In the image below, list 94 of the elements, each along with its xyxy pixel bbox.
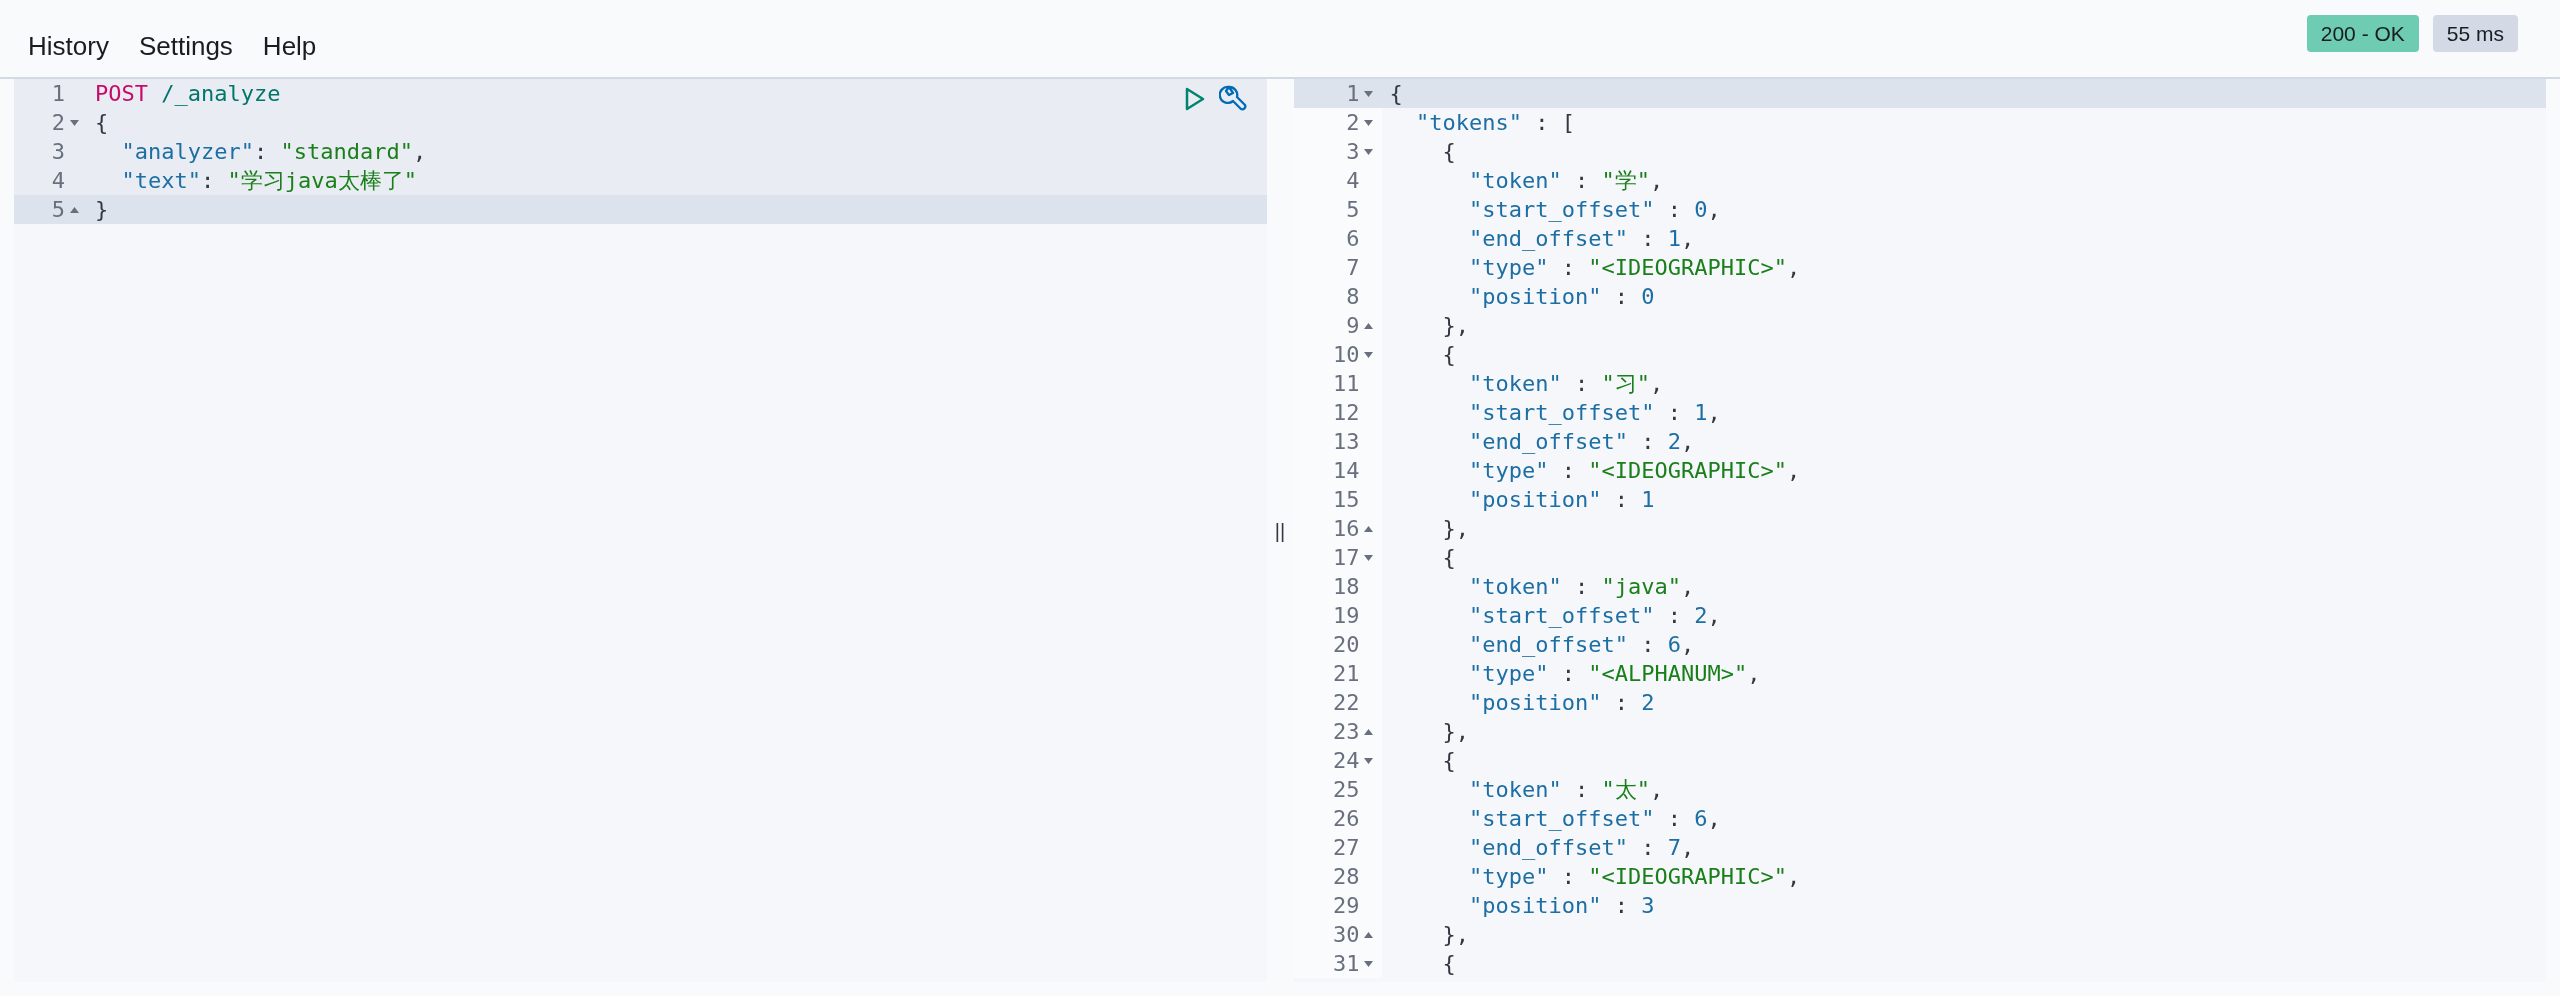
line-number: 4 — [51, 167, 65, 195]
code-line: }, — [1441, 718, 1469, 746]
menu-item[interactable]: Settings — [138, 27, 233, 66]
status-badge: 200 - OK — [2306, 14, 2419, 53]
code-line: { — [1441, 950, 1456, 978]
code-line: "token" : "java", — [1467, 573, 1695, 601]
code-line: "start_offset" : 2, — [1467, 602, 1721, 630]
status-badge: 55 ms — [2432, 14, 2518, 53]
fold-icon[interactable] — [69, 206, 79, 213]
fold-icon[interactable] — [1364, 525, 1373, 532]
line-number: 27 — [1333, 834, 1360, 862]
line-number: 5 — [1346, 196, 1360, 224]
code-line: "position" : 0 — [1467, 283, 1655, 311]
fold-icon[interactable] — [1364, 931, 1373, 938]
line-number: 17 — [1333, 544, 1360, 572]
code-line: { — [1441, 138, 1456, 166]
fold-icon[interactable] — [1364, 119, 1373, 126]
line-number: 10 — [1333, 341, 1360, 369]
code-line: { — [1441, 544, 1456, 572]
fold-icon[interactable] — [1364, 757, 1373, 764]
line-number: 23 — [1333, 718, 1360, 746]
line-number: 3 — [51, 138, 65, 166]
line-number: 5 — [51, 196, 65, 224]
fold-icon[interactable] — [1364, 90, 1373, 97]
line-number: 19 — [1333, 602, 1360, 630]
line-number: 29 — [1333, 892, 1360, 920]
code-line: "type" : "<IDEOGRAPHIC>", — [1467, 254, 1801, 282]
code-line: "start_offset" : 6, — [1467, 805, 1721, 833]
code-line: }, — [1441, 515, 1469, 543]
line-number: 16 — [1333, 515, 1360, 543]
code-line: "text": "学习java太棒了" — [120, 167, 417, 195]
fold-icon[interactable] — [1364, 322, 1373, 329]
code-line: "end_offset" : 6, — [1467, 631, 1695, 659]
line-number: 28 — [1333, 863, 1360, 891]
line-number: 22 — [1333, 689, 1360, 717]
line-number: 7 — [1346, 254, 1360, 282]
menu-item[interactable]: Help — [262, 27, 317, 66]
line-number: 26 — [1333, 805, 1360, 833]
menu-item[interactable]: History — [28, 27, 109, 66]
code-line: "type" : "<IDEOGRAPHIC>", — [1467, 457, 1801, 485]
line-number: 25 — [1333, 776, 1360, 804]
line-number: 1 — [51, 80, 65, 108]
code-line: }, — [1441, 921, 1469, 949]
line-number: 11 — [1333, 370, 1360, 398]
line-number: 24 — [1333, 747, 1360, 775]
code-line: "token" : "学", — [1467, 167, 1664, 195]
line-number: 31 — [1333, 950, 1360, 978]
fold-icon[interactable] — [69, 119, 79, 126]
code-line: "type" : "<ALPHANUM>", — [1467, 660, 1761, 688]
wrench-icon[interactable] — [1218, 85, 1247, 113]
editor-pane[interactable]: 1 POST /_analyze 2 { 3 "analyzer": "standard", 4 "text": "学习java太棒了" 5 } — [14, 79, 1267, 982]
code-line: "position" : 3 — [1467, 892, 1655, 920]
line-number: 2 — [51, 109, 65, 137]
code-line: "analyzer": "standard", — [120, 138, 427, 166]
fold-icon[interactable] — [1364, 148, 1373, 155]
code-line: POST /_analyze — [94, 80, 281, 108]
code-line: { — [1388, 80, 1403, 108]
code-line: "type" : "<IDEOGRAPHIC>", — [1467, 863, 1801, 891]
code-line: "end_offset" : 1, — [1467, 225, 1695, 253]
line-number: 9 — [1346, 312, 1360, 340]
code-line: "tokens" : [ — [1415, 109, 1575, 137]
code-line: "token" : "习", — [1467, 370, 1664, 398]
code-line: "position" : 2 — [1467, 689, 1655, 717]
line-number: 3 — [1346, 138, 1360, 166]
line-number: 30 — [1333, 921, 1360, 949]
fold-icon[interactable] — [1364, 554, 1373, 561]
line-number: 6 — [1346, 225, 1360, 253]
line-number: 8 — [1346, 283, 1360, 311]
line-number: 2 — [1346, 109, 1360, 137]
line-number: 20 — [1333, 631, 1360, 659]
code-line: "start_offset" : 0, — [1467, 196, 1721, 224]
line-number: 15 — [1333, 486, 1360, 514]
code-line: "token" : "太", — [1467, 776, 1664, 804]
code-line: { — [94, 109, 109, 137]
line-number: 1 — [1346, 80, 1360, 108]
code-line: }, — [1441, 312, 1469, 340]
line-number: 13 — [1333, 428, 1360, 456]
fold-icon[interactable] — [1364, 960, 1373, 967]
code-line: "start_offset" : 1, — [1467, 399, 1721, 427]
play-icon[interactable] — [1184, 87, 1205, 111]
line-number: 12 — [1333, 399, 1360, 427]
fold-icon[interactable] — [1364, 351, 1373, 358]
code-line: "position" : 1 — [1467, 486, 1655, 514]
line-number: 21 — [1333, 660, 1360, 688]
line-number: 18 — [1333, 573, 1360, 601]
code-line: "end_offset" : 2, — [1467, 428, 1695, 456]
code-line: { — [1441, 747, 1456, 775]
splitter-handle[interactable]: || — [1274, 515, 1286, 546]
line-number: 14 — [1333, 457, 1360, 485]
fold-icon[interactable] — [1364, 728, 1373, 735]
code-line: { — [1441, 341, 1456, 369]
code-line: "end_offset" : 7, — [1467, 834, 1695, 862]
code-line: } — [94, 196, 109, 224]
line-number: 4 — [1346, 167, 1360, 195]
